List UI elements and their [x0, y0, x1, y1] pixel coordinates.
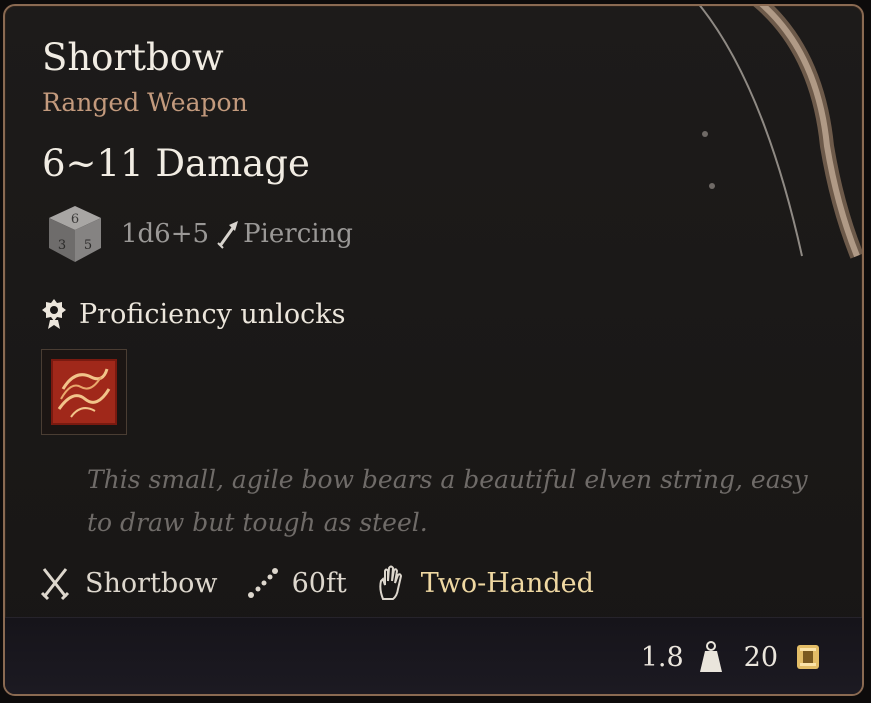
flame-claw-skill-icon — [51, 359, 117, 425]
tooltip-footer: 1.8 20 — [5, 617, 862, 694]
dice-formula: 1d6+5 — [121, 219, 210, 249]
item-description: This small, agile bow bears a beautiful … — [87, 465, 808, 537]
property-weapon-type: Shortbow — [85, 567, 218, 599]
proficiency-skill-slot[interactable] — [41, 349, 127, 435]
bow-art-icon — [699, 6, 862, 259]
item-weight: 1.8 — [640, 641, 684, 673]
gold-coin-icon — [797, 645, 819, 669]
item-category: Ranged Weapon — [42, 88, 248, 117]
proficiency-medal-icon — [42, 299, 66, 329]
svg-text:6: 6 — [71, 212, 79, 227]
item-tooltip: Shortbow Ranged Weapon 6~11 Damage 6 3 5… — [3, 4, 864, 696]
d6-dice-icon: 6 3 5 — [49, 206, 101, 262]
crossed-swords-icon — [40, 568, 70, 601]
svg-text:5: 5 — [84, 238, 92, 253]
hand-icon — [379, 565, 402, 600]
svg-text:3: 3 — [58, 238, 66, 253]
property-handedness: Two-Handed — [420, 567, 594, 599]
damage-dice-row: 6 3 5 1d6+5 Piercing — [43, 202, 353, 266]
proficiency-row: Proficiency unlocks — [41, 298, 345, 330]
footer-stats: 1.8 20 — [641, 640, 822, 674]
damage-range: 6~11 Damage — [42, 142, 310, 185]
item-properties: Shortbow 60ft Two-Handed — [39, 562, 594, 604]
arrow-piercing-icon — [217, 221, 239, 249]
proficiency-label: Proficiency unlocks — [79, 298, 346, 330]
item-name: Shortbow — [42, 36, 224, 79]
range-icon — [247, 568, 278, 598]
weight-icon — [699, 641, 722, 672]
item-gold-value: 20 — [743, 641, 778, 673]
property-range: 60ft — [291, 567, 347, 599]
damage-type: Piercing — [243, 219, 353, 249]
